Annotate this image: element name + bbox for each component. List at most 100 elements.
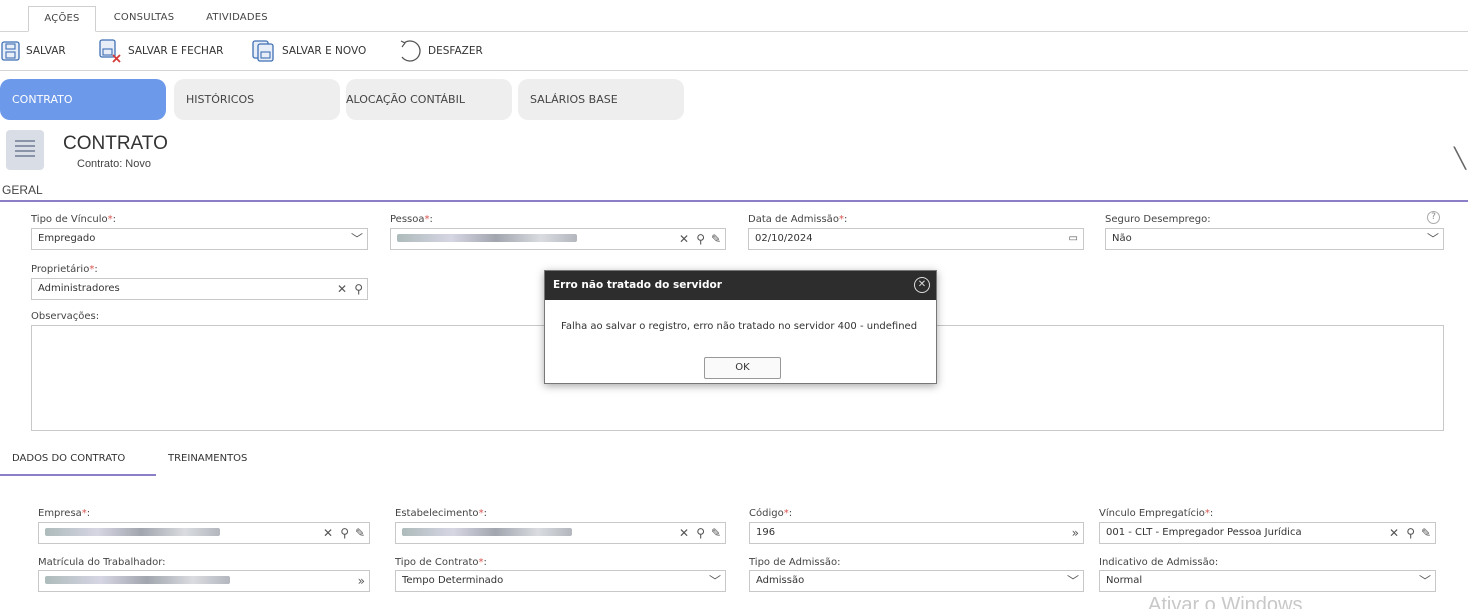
chevron-down-icon: ﹀ [350, 232, 363, 246]
dialog-header: Erro não tratado do servidor ✕ [545, 271, 936, 300]
clear-icon[interactable]: ✕ [323, 523, 333, 543]
section-geral: GERAL [0, 182, 1468, 202]
vinculo-empregaticio-label: Vínculo Empregatício*: [1099, 508, 1214, 519]
tipo-vinculo-label: Tipo de Vínculo*: [31, 214, 116, 225]
data-admissao-input[interactable]: 02/10/2024 ▭ [748, 228, 1084, 250]
dialog-message: Falha ao salvar o registro, erro não tra… [561, 321, 918, 332]
indicativo-admissao-label: Indicativo de Admissão: [1099, 557, 1219, 568]
close-icon[interactable]: ✕ [914, 277, 930, 293]
document-icon [6, 130, 44, 170]
save-close-button[interactable]: SALVAR E FECHAR [98, 37, 223, 65]
dialog-title: Erro não tratado do servidor [553, 279, 722, 291]
tab-consultas[interactable]: CONSULTAS [108, 6, 180, 32]
tab-contrato[interactable]: CONTRATO [0, 79, 166, 120]
sub-tabs: DADOS DO CONTRATO TREINAMENTOS [0, 450, 1468, 476]
proprietario-label: Proprietário*: [31, 264, 98, 275]
vinculo-empregaticio-input[interactable]: 001 - CLT - Empregador Pessoa Jurídica ✕… [1099, 522, 1436, 544]
save-icon [1, 41, 20, 61]
pessoa-value-redacted [397, 234, 577, 242]
proprietario-value: Administradores [38, 283, 120, 294]
pessoa-label: Pessoa*: [390, 214, 433, 225]
ribbon-tabs: AÇÕES CONSULTAS ATIVIDADES [0, 0, 1468, 32]
tipo-contrato-label: Tipo de Contrato*: [395, 557, 487, 568]
ok-button[interactable]: OK [704, 357, 781, 379]
estabelecimento-label: Estabelecimento*: [395, 508, 487, 519]
empresa-input[interactable]: ✕ ⚲ ✎ [38, 522, 370, 544]
seguro-desemprego-value: Não [1112, 233, 1132, 244]
empresa-value-redacted [45, 528, 220, 536]
save-close-label: SALVAR E FECHAR [128, 45, 224, 57]
search-icon[interactable]: ⚲ [696, 229, 705, 249]
codigo-input[interactable]: 196 » [749, 522, 1084, 544]
codigo-label: Código*: [749, 508, 793, 519]
tab-historicos[interactable]: HISTÓRICOS [174, 79, 340, 120]
save-label: SALVAR [26, 45, 66, 57]
seguro-desemprego-select[interactable]: Não ﹀ [1105, 228, 1444, 250]
matricula-input[interactable]: » [38, 570, 370, 592]
tipo-admissao-value: Admissão [756, 575, 805, 586]
calendar-icon[interactable]: ▭ [1069, 229, 1078, 249]
search-icon[interactable]: ⚲ [696, 523, 705, 543]
edit-icon[interactable]: ✎ [711, 523, 721, 543]
estabelecimento-input[interactable]: ✕ ⚲ ✎ [395, 522, 726, 544]
edit-icon[interactable]: ✎ [711, 229, 721, 249]
page-subtitle: Contrato: Novo [77, 158, 151, 170]
tipo-admissao-label: Tipo de Admissão: [749, 557, 841, 568]
indicativo-admissao-select[interactable]: Normal ﹀ [1099, 570, 1436, 592]
chevron-down-icon: ﹀ [1426, 232, 1439, 246]
matricula-label: Matrícula do Trabalhador: [38, 557, 166, 568]
error-dialog: Erro não tratado do servidor ✕ Falha ao … [544, 270, 937, 384]
tipo-admissao-select[interactable]: Admissão ﹀ [749, 570, 1084, 592]
undo-icon [400, 40, 421, 62]
save-new-label: SALVAR E NOVO [282, 45, 367, 57]
tipo-contrato-value: Tempo Determinado [402, 575, 504, 586]
tipo-contrato-select[interactable]: Tempo Determinado ﹀ [395, 570, 726, 592]
chevron-down-icon: ﹀ [1418, 574, 1431, 588]
seguro-desemprego-label: Seguro Desemprego: [1105, 214, 1211, 225]
clear-icon[interactable]: ✕ [679, 523, 689, 543]
edit-icon[interactable]: ✎ [1421, 523, 1431, 543]
tipo-vinculo-value: Empregado [38, 233, 96, 244]
collapse-chevron-icon[interactable]: ╲ [1454, 146, 1466, 170]
indicativo-admissao-value: Normal [1106, 575, 1143, 586]
undo-button[interactable]: DESFAZER [396, 37, 483, 65]
edit-icon[interactable]: ✎ [355, 523, 365, 543]
save-new-icon [252, 40, 274, 62]
tab-salarios-base[interactable]: SALÁRIOS BASE [518, 79, 684, 120]
chevron-down-icon: ﹀ [1066, 574, 1079, 588]
clear-icon[interactable]: ✕ [337, 279, 347, 299]
tab-alocacao-contabil[interactable]: ALOCAÇÃO CONTÁBIL [346, 79, 512, 120]
codigo-value: 196 [756, 527, 776, 538]
windows-activation-watermark: Ativar o Windows [1148, 594, 1303, 609]
pessoa-input[interactable]: ✕ ⚲ ✎ [390, 228, 726, 250]
matricula-value-redacted [45, 576, 230, 584]
tab-atividades[interactable]: ATIVIDADES [196, 6, 278, 32]
section-geral-label: GERAL [2, 183, 43, 197]
estabelecimento-value-redacted [402, 528, 572, 536]
vinculo-empregaticio-value: 001 - CLT - Empregador Pessoa Jurídica [1106, 527, 1302, 538]
search-icon[interactable]: ⚲ [1406, 523, 1415, 543]
tab-alocacao-label: ALOCAÇÃO CONTÁBIL [346, 93, 465, 106]
observacoes-label: Observações: [31, 311, 100, 322]
toolbar: SALVAR SALVAR E FECHAR SALVAR E NOVO DES… [0, 33, 1468, 71]
tipo-vinculo-select[interactable]: Empregado ﹀ [31, 228, 368, 250]
double-chevron-right-icon[interactable]: » [358, 571, 365, 591]
tab-dados-do-contrato[interactable]: DADOS DO CONTRATO [0, 453, 156, 476]
help-icon[interactable]: ? [1427, 211, 1440, 224]
search-icon[interactable]: ⚲ [354, 279, 363, 299]
clear-icon[interactable]: ✕ [1389, 523, 1399, 543]
chevron-down-icon: ﹀ [708, 574, 721, 588]
tab-acoes[interactable]: AÇÕES [28, 6, 96, 32]
undo-label: DESFAZER [428, 45, 483, 57]
proprietario-input[interactable]: Administradores ✕ ⚲ [31, 278, 368, 300]
save-new-button[interactable]: SALVAR E NOVO [252, 37, 366, 65]
double-chevron-right-icon[interactable]: » [1072, 523, 1079, 543]
search-icon[interactable]: ⚲ [340, 523, 349, 543]
save-close-icon [99, 39, 121, 63]
clear-icon[interactable]: ✕ [679, 229, 689, 249]
save-button[interactable]: SALVAR [0, 37, 66, 65]
tab-treinamentos[interactable]: TREINAMENTOS [168, 453, 247, 464]
data-admissao-label: Data de Admissão*: [748, 214, 848, 225]
data-admissao-value: 02/10/2024 [755, 233, 813, 244]
empresa-label: Empresa*: [38, 508, 91, 519]
